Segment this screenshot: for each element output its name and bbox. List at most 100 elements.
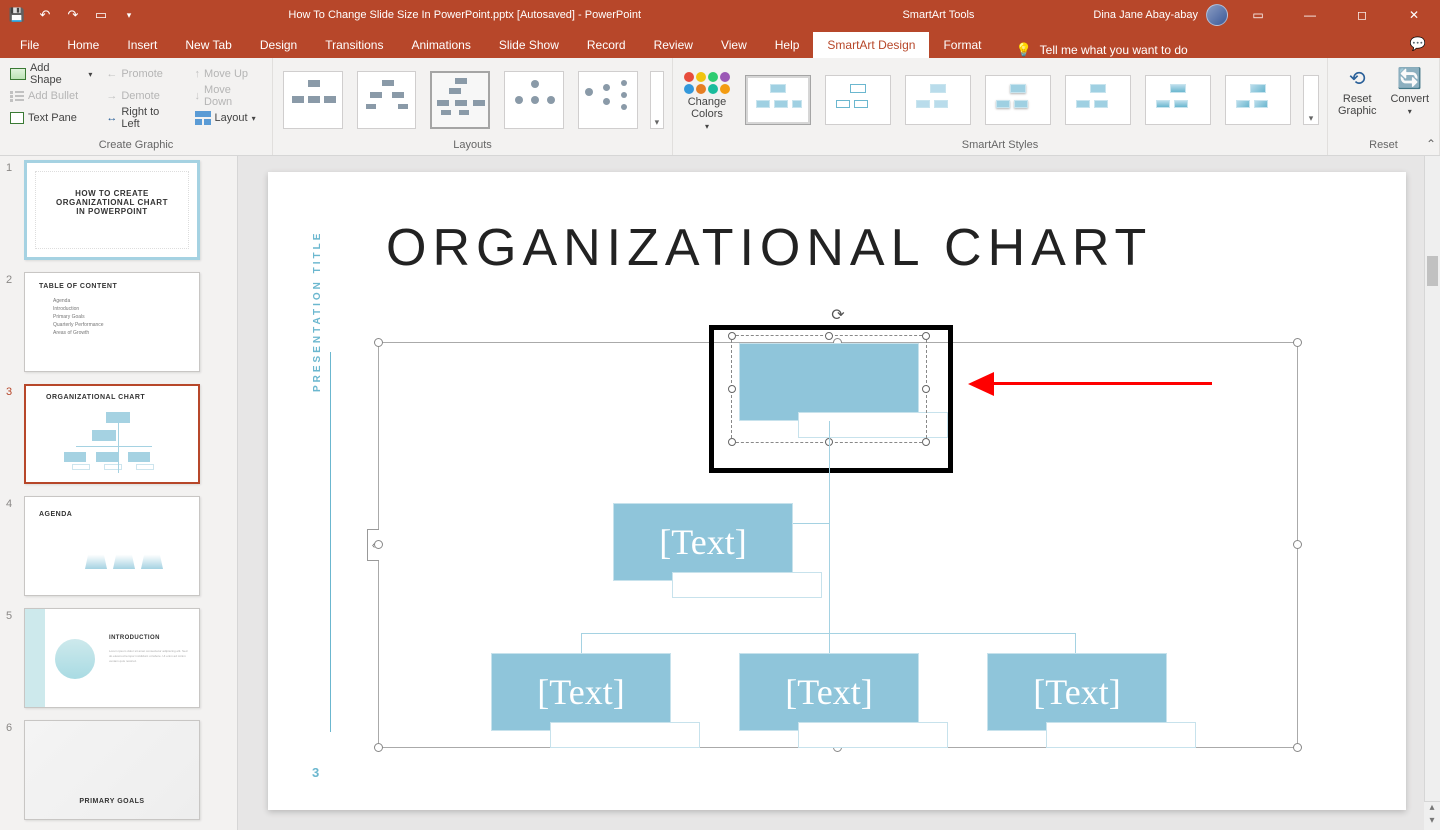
tab-format[interactable]: Format bbox=[929, 32, 995, 58]
collapse-ribbon-icon[interactable]: ⌃ bbox=[1426, 137, 1436, 151]
rtl-icon: ↔ bbox=[106, 112, 117, 124]
layout-option-4[interactable] bbox=[504, 71, 564, 129]
layout-icon bbox=[195, 111, 211, 125]
rotate-handle-icon[interactable]: ⟳ bbox=[831, 305, 844, 325]
save-icon[interactable]: 💾 bbox=[4, 2, 30, 28]
style-option-1[interactable] bbox=[745, 75, 811, 125]
layout-option-2[interactable] bbox=[357, 71, 417, 129]
redo-icon[interactable]: ↷ bbox=[60, 2, 86, 28]
group-label: SmartArt Styles bbox=[681, 137, 1319, 153]
demote-button: →Demote bbox=[104, 86, 182, 106]
scrollbar-thumb[interactable] bbox=[1427, 256, 1438, 286]
ribbon: Add Shape ▾ Add Bullet Text Pane ←Promot… bbox=[0, 58, 1440, 156]
move-up-button: ↑Move Up bbox=[193, 64, 264, 84]
style-option-2[interactable] bbox=[825, 75, 891, 125]
share-icon[interactable]: 💬 bbox=[1396, 30, 1440, 58]
layout-button[interactable]: Layout ▾ bbox=[193, 108, 264, 128]
tab-transitions[interactable]: Transitions bbox=[311, 32, 397, 58]
tab-animations[interactable]: Animations bbox=[397, 32, 484, 58]
move-down-icon: ↓ bbox=[195, 90, 201, 102]
layout-option-5[interactable] bbox=[578, 71, 638, 129]
add-shape-icon bbox=[10, 68, 26, 80]
group-create-graphic: Add Shape ▾ Add Bullet Text Pane ←Promot… bbox=[0, 58, 273, 155]
thumbnail-slide-6[interactable]: 6 PRIMARY GOALS bbox=[6, 720, 235, 820]
start-from-beginning-icon[interactable]: ▭ bbox=[88, 2, 114, 28]
document-title: How To Change Slide Size In PowerPoint.p… bbox=[146, 9, 783, 21]
tell-me-search[interactable]: 💡 Tell me what you want to do bbox=[1015, 42, 1187, 58]
tab-smartart-design[interactable]: SmartArt Design bbox=[813, 32, 929, 58]
tab-help[interactable]: Help bbox=[761, 32, 814, 58]
group-reset: ⟲ Reset Graphic 🔄 Convert▾ Reset bbox=[1328, 58, 1440, 155]
reset-graphic-icon: ⟲ bbox=[1349, 66, 1366, 91]
side-title: PRESENTATION TITLE bbox=[312, 231, 323, 392]
change-colors-icon bbox=[684, 72, 730, 94]
tab-newtab[interactable]: New Tab bbox=[171, 32, 245, 58]
move-up-icon: ↑ bbox=[195, 68, 201, 80]
org-node-level3-2[interactable]: [Text] bbox=[739, 653, 919, 731]
style-option-6[interactable] bbox=[1145, 75, 1211, 125]
tab-home[interactable]: Home bbox=[53, 32, 113, 58]
qat-more-icon[interactable]: ▾ bbox=[116, 2, 142, 28]
tab-design[interactable]: Design bbox=[246, 32, 311, 58]
text-pane-button[interactable]: Text Pane bbox=[8, 108, 94, 128]
ribbon-tabs: File Home Insert New Tab Design Transiti… bbox=[0, 30, 1440, 58]
decorative-line bbox=[330, 352, 331, 732]
page-number: 3 bbox=[312, 765, 319, 780]
layout-option-3[interactable] bbox=[430, 71, 490, 129]
slide-canvas[interactable]: PRESENTATION TITLE 3 ORGANIZATIONAL CHAR… bbox=[268, 172, 1406, 810]
style-option-4[interactable] bbox=[985, 75, 1051, 125]
org-node-level2[interactable]: [Text] bbox=[613, 503, 793, 581]
minimize-icon[interactable]: — bbox=[1288, 0, 1332, 30]
tab-slideshow[interactable]: Slide Show bbox=[485, 32, 573, 58]
user-area: Dina Jane Abay-abay ▭ — ◻ ✕ bbox=[1093, 0, 1440, 30]
tab-file[interactable]: File bbox=[6, 32, 53, 58]
tab-record[interactable]: Record bbox=[573, 32, 640, 58]
reset-graphic-button[interactable]: ⟲ Reset Graphic bbox=[1336, 62, 1379, 117]
org-node-level3-3[interactable]: [Text] bbox=[987, 653, 1167, 731]
tab-view[interactable]: View bbox=[707, 32, 761, 58]
close-icon[interactable]: ✕ bbox=[1392, 0, 1436, 30]
user-name: Dina Jane Abay-abay bbox=[1093, 9, 1198, 21]
thumbnail-slide-3[interactable]: 3 ORGANIZATIONAL CHART bbox=[6, 384, 235, 484]
text-pane-icon bbox=[10, 112, 24, 124]
move-down-button: ↓Move Down bbox=[193, 86, 264, 106]
avatar[interactable] bbox=[1206, 4, 1228, 26]
promote-icon: ← bbox=[106, 68, 117, 80]
styles-more-icon[interactable]: ▾ bbox=[1303, 75, 1319, 125]
vertical-scrollbar[interactable]: ▴ ▾ bbox=[1424, 156, 1440, 830]
next-slide-icon[interactable]: ▾ bbox=[1429, 815, 1434, 826]
maximize-icon[interactable]: ◻ bbox=[1340, 0, 1384, 30]
smartart-frame[interactable]: ⟳ ‹ bbox=[378, 342, 1298, 748]
ribbon-display-options-icon[interactable]: ▭ bbox=[1236, 0, 1280, 30]
add-shape-button[interactable]: Add Shape ▾ bbox=[8, 64, 94, 84]
group-label: Create Graphic bbox=[8, 137, 264, 153]
tell-me-label: Tell me what you want to do bbox=[1040, 43, 1188, 57]
convert-button[interactable]: 🔄 Convert▾ bbox=[1389, 62, 1432, 116]
prev-slide-icon[interactable]: ▴ bbox=[1429, 802, 1434, 813]
layout-option-1[interactable] bbox=[283, 71, 343, 129]
thumbnail-slide-4[interactable]: 4 AGENDA bbox=[6, 496, 235, 596]
change-colors-button[interactable]: Change Colors▾ bbox=[681, 68, 733, 131]
thumbnail-slide-2[interactable]: 2 TABLE OF CONTENT Agenda Introduction P… bbox=[6, 272, 235, 372]
thumbnail-slide-1[interactable]: 1 HOW TO CREATE ORGANIZATIONAL CHART IN … bbox=[6, 160, 235, 260]
layouts-more-icon[interactable]: ▾ bbox=[650, 71, 664, 129]
add-bullet-icon bbox=[10, 90, 24, 102]
style-option-5[interactable] bbox=[1065, 75, 1131, 125]
tab-insert[interactable]: Insert bbox=[113, 32, 171, 58]
slide-thumbnails-panel[interactable]: 1 HOW TO CREATE ORGANIZATIONAL CHART IN … bbox=[0, 156, 238, 830]
thumbnail-slide-5[interactable]: 5 INTRODUCTION Lorem ipsum dolor sit ame… bbox=[6, 608, 235, 708]
main-area: 1 HOW TO CREATE ORGANIZATIONAL CHART IN … bbox=[0, 156, 1440, 830]
tab-review[interactable]: Review bbox=[640, 32, 707, 58]
slide-heading[interactable]: ORGANIZATIONAL CHART bbox=[386, 218, 1152, 278]
lightbulb-icon: 💡 bbox=[1015, 42, 1031, 58]
right-to-left-button[interactable]: ↔Right to Left bbox=[104, 108, 182, 128]
style-option-7[interactable] bbox=[1225, 75, 1291, 125]
title-bar: 💾 ↶ ↷ ▭ ▾ How To Change Slide Size In Po… bbox=[0, 0, 1440, 30]
group-layouts: ▾ Layouts bbox=[273, 58, 673, 155]
org-node-level3-1[interactable]: [Text] bbox=[491, 653, 671, 731]
demote-icon: → bbox=[106, 90, 117, 102]
promote-button: ←Promote bbox=[104, 64, 182, 84]
group-label: Layouts bbox=[281, 137, 664, 153]
undo-icon[interactable]: ↶ bbox=[32, 2, 58, 28]
style-option-3[interactable] bbox=[905, 75, 971, 125]
